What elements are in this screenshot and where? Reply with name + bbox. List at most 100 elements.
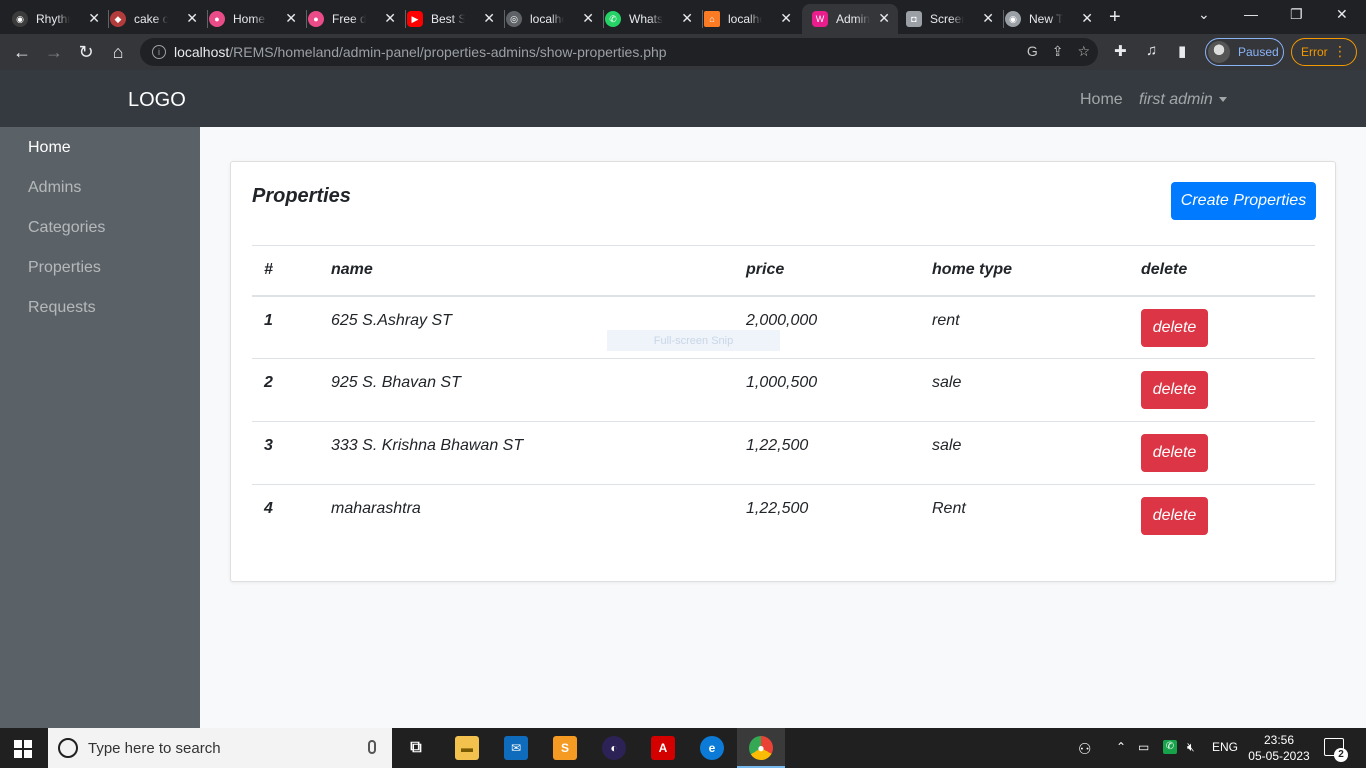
clock[interactable]: 23:56 05-05-2023 (1244, 732, 1314, 764)
people-icon[interactable]: ⚇ (1078, 740, 1091, 758)
nav-home-link[interactable]: Home (1080, 91, 1123, 109)
microphone-icon[interactable] (368, 740, 376, 754)
error-menu-button[interactable]: Error ⋮ (1291, 38, 1357, 66)
bookmark-star-icon[interactable]: ☆ (1077, 43, 1090, 60)
browser-toolbar: ← → ↻ ⌂ i localhost/REMS/homeland/admin-… (0, 34, 1366, 70)
delete-button[interactable]: delete (1141, 497, 1208, 535)
maximize-icon[interactable]: ❐ (1290, 6, 1303, 23)
sidebar-item-requests[interactable]: Requests (28, 299, 96, 317)
browser-tab[interactable]: ◘ Screenshot ✕ (906, 4, 1002, 34)
table-header-row: # name price home type delete (252, 245, 1315, 297)
minimize-icon[interactable]: — (1244, 6, 1258, 22)
chrome-icon[interactable]: ● (749, 736, 773, 760)
cell-price: 1,22,500 (734, 421, 920, 485)
close-tab-icon[interactable]: ✕ (88, 10, 100, 27)
logo[interactable]: LOGO (128, 89, 186, 112)
forward-icon[interactable]: → (42, 40, 66, 64)
close-tab-icon[interactable]: ✕ (186, 10, 198, 27)
battery-icon[interactable]: ▭ (1138, 740, 1149, 754)
cell-delete: delete (1129, 421, 1315, 485)
create-properties-button[interactable]: Create Properties (1171, 182, 1316, 220)
user-menu-dropdown[interactable]: first admin (1139, 91, 1227, 109)
home-icon[interactable]: ⌂ (106, 40, 130, 64)
close-tab-icon[interactable]: ✕ (384, 10, 396, 27)
browser-tab[interactable]: ◎ localhost ✕ (506, 4, 602, 34)
close-tab-icon[interactable]: ✕ (285, 10, 297, 27)
browser-tab[interactable]: ◉ Rhythm ✕ (12, 4, 108, 34)
browser-tab[interactable]: ⌂ localhost ✕ (704, 4, 800, 34)
sublime-text-icon[interactable]: S (553, 736, 577, 760)
acrobat-icon[interactable]: A (651, 736, 675, 760)
caret-down-icon (1218, 97, 1227, 103)
browser-tab[interactable]: ● Free design ✕ (308, 4, 404, 34)
site-info-icon[interactable]: i (152, 45, 166, 59)
admin-icon: W (812, 11, 828, 27)
whatsapp-tray-icon[interactable]: ✆ (1163, 740, 1177, 754)
close-tab-icon[interactable]: ✕ (582, 10, 594, 27)
delete-button[interactable]: delete (1141, 434, 1208, 472)
delete-button[interactable]: delete (1141, 308, 1208, 347)
back-icon[interactable]: ← (10, 40, 34, 64)
sidebar-item-properties[interactable]: Properties (28, 259, 101, 277)
delete-button[interactable]: delete (1141, 371, 1208, 409)
table-row: 3 333 S. Krishna Bhawan ST 1,22,500 sale… (252, 421, 1315, 485)
page-title: Properties (252, 185, 351, 207)
speaker-muted-icon[interactable]: 🔇︎ (1187, 740, 1195, 755)
sidebar-item-admins[interactable]: Admins (28, 179, 81, 197)
profile-button[interactable]: Paused (1205, 38, 1284, 66)
tray-chevron-up-icon[interactable]: ⌃ (1116, 740, 1126, 754)
table-row: 4 maharashtra 1,22,500 Rent delete (252, 484, 1315, 548)
column-header-home-type: home type (920, 245, 1129, 297)
address-bar[interactable]: i localhost/REMS/homeland/admin-panel/pr… (140, 38, 1098, 66)
side-panel-icon[interactable]: ▮ (1178, 42, 1186, 60)
sidebar-item-home[interactable]: Home (28, 139, 71, 157)
close-tab-icon[interactable]: ✕ (982, 10, 994, 27)
extensions-icon[interactable]: ✚ (1114, 42, 1127, 60)
windows-start-icon[interactable] (14, 740, 32, 758)
close-window-icon[interactable]: ✕ (1336, 6, 1348, 23)
cell-home-type: sale (920, 358, 1129, 422)
reload-icon[interactable]: ↻ (74, 40, 98, 64)
close-tab-icon[interactable]: ✕ (878, 10, 890, 27)
globe-icon: ◎ (506, 11, 522, 27)
language-indicator[interactable]: ENG (1212, 740, 1238, 754)
edge-icon[interactable]: e (700, 736, 724, 760)
browser-tab[interactable]: ◉ New Tab ✕ (1005, 4, 1101, 34)
taskbar-search[interactable]: Type here to search (48, 728, 392, 768)
file-explorer-icon[interactable]: ▬ (455, 736, 479, 760)
media-control-icon[interactable]: ♫ (1146, 42, 1157, 59)
browser-tab[interactable]: ◆ cake order ✕ (110, 4, 206, 34)
cell-name: 925 S. Bhavan ST (319, 358, 734, 422)
new-tab-icon[interactable]: + (1109, 6, 1121, 29)
browser-tab[interactable]: ▶ Best Songs ✕ (407, 4, 503, 34)
column-header-id: # (252, 245, 319, 297)
snip-overlay-label: Full-screen Snip (607, 330, 780, 351)
close-tab-icon[interactable]: ✕ (780, 10, 792, 27)
cell-home-type: sale (920, 421, 1129, 485)
notification-count-badge: 2 (1334, 748, 1348, 762)
close-tab-icon[interactable]: ✕ (483, 10, 495, 27)
google-lens-icon[interactable]: G (1027, 43, 1038, 60)
close-tab-icon[interactable]: ✕ (681, 10, 693, 27)
cell-id: 1 (264, 311, 273, 329)
camera-icon: ◘ (906, 11, 922, 27)
whatsapp-icon: ✆ (605, 11, 621, 27)
browser-tab[interactable]: ✆ WhatsApp ✕ (605, 4, 701, 34)
youtube-icon: ▶ (407, 11, 423, 27)
mail-icon[interactable]: ✉ (504, 736, 528, 760)
browser-tab-active[interactable]: W Admin ✕ (802, 4, 898, 34)
github-icon: ◉ (12, 11, 28, 27)
eclipse-icon[interactable]: ◐ (602, 736, 626, 760)
app-navbar: LOGO Home first admin (0, 70, 1366, 127)
close-tab-icon[interactable]: ✕ (1081, 10, 1093, 27)
cake-icon: ◆ (110, 11, 126, 27)
share-icon[interactable]: ⇪ (1052, 43, 1064, 60)
browser-tab[interactable]: ● Home ✕ (209, 4, 305, 34)
column-header-delete: delete (1129, 245, 1315, 297)
task-view-icon[interactable]: ⧉ (404, 736, 428, 760)
tab-search-chevron-icon[interactable]: ⌄ (1198, 6, 1210, 23)
sidebar-item-categories[interactable]: Categories (28, 219, 105, 237)
cell-delete: delete (1129, 296, 1315, 359)
dribbble-icon: ● (209, 11, 225, 27)
avatar (1208, 41, 1230, 63)
